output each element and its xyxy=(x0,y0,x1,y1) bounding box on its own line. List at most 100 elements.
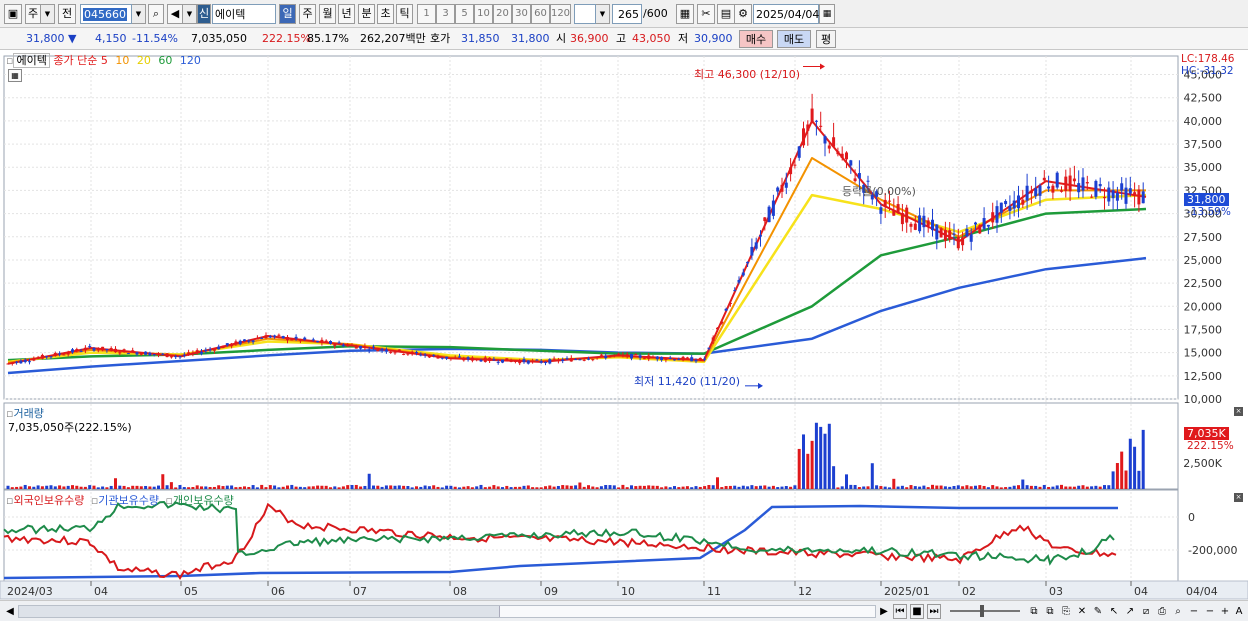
holding-panel-close-icon[interactable]: × xyxy=(1234,493,1243,502)
zoom-slider[interactable] xyxy=(950,605,1020,617)
period-week-tab[interactable]: 주 xyxy=(299,4,316,24)
plus-icon[interactable]: + xyxy=(1218,604,1232,619)
volume-panel-close-icon[interactable]: × xyxy=(1234,407,1243,416)
interval-120-button[interactable]: 120 xyxy=(550,4,571,24)
period-minute-tab[interactable]: 분 xyxy=(358,4,375,24)
scroll-right-icon[interactable]: ▶ xyxy=(878,604,890,619)
pointer-icon[interactable]: ↖ xyxy=(1107,604,1121,619)
volume-bar xyxy=(849,484,853,489)
volume-bar xyxy=(230,485,234,489)
sell-button[interactable]: 매도 xyxy=(777,30,811,48)
grid-toggle-icon[interactable]: ▦ xyxy=(8,69,22,82)
font-size-icon[interactable]: A xyxy=(1232,604,1246,619)
volume-bar xyxy=(354,484,358,489)
volume-bar xyxy=(372,485,375,489)
volume-bar xyxy=(660,487,664,489)
volume-bar xyxy=(767,486,771,489)
count-input[interactable]: 265 xyxy=(612,4,642,24)
speaker-icon[interactable]: ◀ xyxy=(167,4,183,24)
chevron-down-icon[interactable]: ▼ xyxy=(41,4,55,24)
candle-body xyxy=(354,346,358,349)
search-icon[interactable]: ⌕ xyxy=(148,4,164,24)
layout-icon[interactable]: ⧉ xyxy=(1027,604,1041,619)
candle-body xyxy=(208,349,212,351)
interval-10-button[interactable]: 10 xyxy=(474,4,493,24)
line-icon[interactable]: ⧄ xyxy=(1139,604,1153,619)
period-month-tab[interactable]: 월 xyxy=(319,4,336,24)
candle-body xyxy=(470,357,474,361)
date-input[interactable]: 2025/04/04 xyxy=(753,4,819,24)
minus-icon[interactable]: − xyxy=(1203,604,1217,619)
scroll-thumb[interactable] xyxy=(499,606,875,617)
volume-bar xyxy=(509,487,513,489)
volume-bar xyxy=(247,486,251,489)
volume-bar xyxy=(243,486,246,489)
last-page-icon[interactable]: ⏭ xyxy=(927,604,941,619)
calendar-icon[interactable]: ▦ xyxy=(819,4,835,24)
interval-20-button[interactable]: 20 xyxy=(493,4,512,24)
volume-value: 7,035,050 xyxy=(191,32,247,45)
save-icon[interactable]: ▤ xyxy=(717,4,735,24)
stock-code-input[interactable]: 045660 xyxy=(80,4,132,24)
zoom-icon[interactable]: ⌕ xyxy=(1171,604,1185,619)
scroll-left-icon[interactable]: ◀ xyxy=(4,604,16,619)
volume-bar xyxy=(204,486,208,489)
gear-icon[interactable]: ⚙ xyxy=(734,4,752,24)
x-tick-label: 02 xyxy=(962,585,976,598)
stop-icon[interactable]: ■ xyxy=(910,604,924,619)
interval-60-button[interactable]: 60 xyxy=(531,4,550,24)
candle-body xyxy=(905,207,909,223)
candle-body xyxy=(234,341,238,345)
period-year-tab[interactable]: 년 xyxy=(338,4,355,24)
first-page-icon[interactable]: ⏮ xyxy=(893,604,907,619)
candle-body xyxy=(402,353,406,355)
zoom-out-icon[interactable]: − xyxy=(1187,604,1201,619)
volume-bar xyxy=(1038,486,1042,489)
volume-bar xyxy=(707,484,711,489)
volume-bar xyxy=(109,485,113,489)
interval-dropdown-icon[interactable]: ▼ xyxy=(596,4,610,24)
buy-button[interactable]: 매수 xyxy=(739,30,773,48)
pointer2-icon[interactable]: ↗ xyxy=(1123,604,1137,619)
scissors-icon[interactable]: ✂ xyxy=(697,4,715,24)
interval-5-button[interactable]: 5 xyxy=(455,4,474,24)
grid-icon[interactable]: ▦ xyxy=(676,4,694,24)
print-icon[interactable]: ⎙ xyxy=(1155,604,1169,619)
volume-bar xyxy=(1072,486,1076,489)
period-day-tab[interactable]: 일 xyxy=(279,4,296,24)
period-tick-tab[interactable]: 틱 xyxy=(396,4,413,24)
interval-3-button[interactable]: 3 xyxy=(436,4,455,24)
period-second-tab[interactable]: 초 xyxy=(377,4,394,24)
eval-button[interactable]: 평 xyxy=(816,30,836,48)
window-icon[interactable]: ▣ xyxy=(4,4,22,24)
prev-button[interactable]: 전 xyxy=(58,4,76,24)
volume-bar xyxy=(574,485,578,489)
draw-icon[interactable]: ✎ xyxy=(1091,604,1105,619)
interval-custom-input[interactable] xyxy=(574,4,596,24)
x-tick-label: 05 xyxy=(184,585,198,598)
candle-body xyxy=(303,337,307,340)
volume-bar xyxy=(79,486,83,489)
stock-name-field[interactable]: 에이텍 xyxy=(212,4,276,24)
zoom-slider-handle[interactable] xyxy=(980,605,984,617)
copy-icon[interactable]: ⎘ xyxy=(1059,604,1073,619)
tool-icon[interactable]: ✕ xyxy=(1075,604,1089,619)
layout2-icon[interactable]: ⧉ xyxy=(1043,604,1057,619)
volume-bar xyxy=(840,486,844,489)
price-tick-label: 25,000 xyxy=(1184,254,1223,267)
scroll-track[interactable] xyxy=(18,605,876,618)
chart-canvas[interactable]: 10,000 12,500 15,000 17,500 20,000 22,500 25,0… xyxy=(0,50,1248,621)
interval-30-button[interactable]: 30 xyxy=(512,4,531,24)
volume-bar xyxy=(182,487,186,489)
code-dropdown-icon[interactable]: ▼ xyxy=(132,4,146,24)
interval-1-button[interactable]: 1 xyxy=(417,4,436,24)
candle-body xyxy=(526,360,530,364)
volume-bar xyxy=(754,486,758,489)
mode-stock-button[interactable]: 주 xyxy=(25,4,41,24)
candle-body xyxy=(1021,199,1025,205)
candle-body xyxy=(840,153,844,158)
speaker-dropdown-icon[interactable]: ▼ xyxy=(183,4,197,24)
candle-body xyxy=(806,124,810,131)
volume-bar xyxy=(281,486,285,489)
volume-current-tag: 7,035K xyxy=(1184,427,1229,440)
